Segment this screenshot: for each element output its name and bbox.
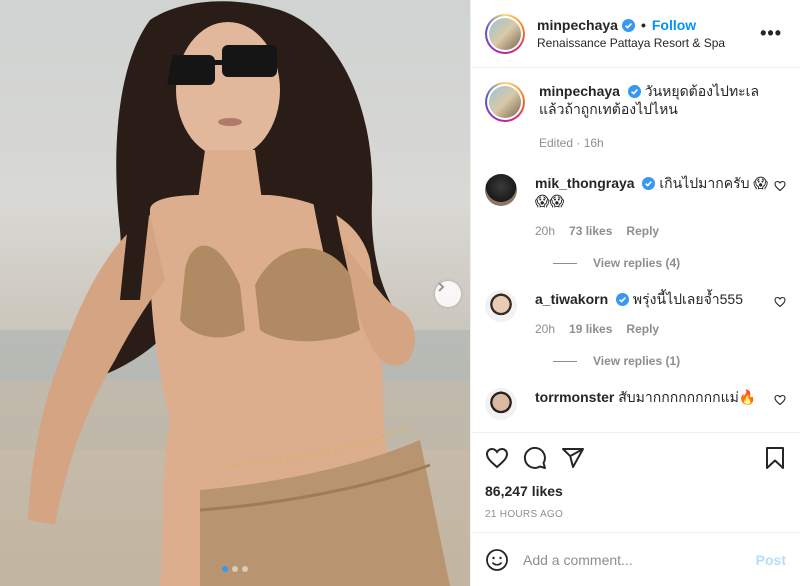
carousel-dot-active	[222, 566, 228, 572]
like-heart-icon[interactable]	[485, 446, 509, 470]
comment: torrmonster สับมากกกกกกกกแม่🔥	[485, 388, 786, 420]
verified-badge-icon	[627, 85, 641, 98]
reply-button[interactable]: Reply	[626, 222, 659, 240]
comment-text: สับมากกกกกกกกแม่🔥	[618, 389, 757, 405]
comment-time: 20h	[535, 322, 556, 336]
comments-list: minpechaya วันหยุดต้องไปทะเล แล้วถ้าถูกเ…	[471, 68, 800, 432]
caption-meta: Edited · 16h	[539, 136, 604, 150]
comment-username[interactable]: mik_thongraya	[535, 175, 635, 191]
more-options-icon[interactable]: •••	[756, 19, 786, 48]
comment-username[interactable]: torrmonster	[535, 389, 614, 405]
view-replies-button[interactable]: View replies (4)	[553, 256, 786, 270]
comment-bubble-icon[interactable]	[523, 446, 547, 470]
verified-badge-icon	[621, 18, 635, 32]
carousel-dot	[232, 566, 238, 572]
comment-likes[interactable]: 19 likes	[569, 320, 612, 338]
verified-badge-icon	[616, 293, 630, 306]
caption-username[interactable]: minpechaya	[539, 83, 620, 99]
post-photo[interactable]	[0, 0, 470, 586]
like-comment-heart-icon[interactable]	[774, 180, 786, 192]
post-timestamp: 21 HOURS AGO	[485, 509, 564, 520]
share-paper-plane-icon[interactable]	[561, 446, 585, 470]
commenter-avatar[interactable]	[485, 388, 517, 420]
chevron-right-icon	[438, 282, 445, 292]
caption: minpechaya วันหยุดต้องไปทะเล แล้วถ้าถูกเ…	[485, 82, 786, 152]
author-avatar[interactable]	[485, 13, 525, 54]
commenter-avatar[interactable]	[485, 290, 517, 322]
comment-input[interactable]	[523, 551, 756, 568]
location-link[interactable]: Renaissance Pattaya Resort & Spa	[537, 36, 756, 50]
post-actions: 86,247 likes 21 HOURS AGO	[471, 432, 800, 520]
add-comment-bar: Post	[471, 532, 800, 586]
comment-likes[interactable]: 73 likes	[569, 222, 612, 240]
carousel-indicator	[0, 566, 470, 572]
instagram-post: minpechaya • Follow Renaissance Pattaya …	[0, 0, 800, 586]
author-username[interactable]: minpechaya	[537, 17, 618, 33]
like-comment-heart-icon[interactable]	[774, 394, 786, 406]
reply-button[interactable]: Reply	[626, 320, 659, 338]
post-comment-button[interactable]: Post	[756, 552, 786, 568]
verified-badge-icon	[642, 177, 656, 190]
comment-text: พรุ่งนี้ไปเลยจ้ำ555	[632, 291, 743, 307]
emoji-icon[interactable]	[485, 548, 509, 572]
commenter-avatar[interactable]	[485, 174, 517, 206]
post-side-panel: minpechaya • Follow Renaissance Pattaya …	[470, 0, 800, 586]
view-replies-button[interactable]: View replies (1)	[553, 354, 786, 368]
save-bookmark-icon[interactable]	[764, 446, 786, 470]
comment: mik_thongraya เกินไปมากครับ 😱😱😱 20h 73 l…	[485, 174, 786, 240]
comment: a_tiwakorn พรุ่งนี้ไปเลยจ้ำ555 20h 19 li…	[485, 290, 786, 338]
next-slide-button[interactable]	[435, 281, 461, 307]
comment-username[interactable]: a_tiwakorn	[535, 291, 608, 307]
separator-dot: •	[640, 17, 646, 33]
caption-avatar[interactable]	[485, 82, 525, 122]
like-comment-heart-icon[interactable]	[774, 296, 786, 308]
photo-illustration	[0, 1, 470, 586]
follow-button[interactable]: Follow	[652, 17, 696, 33]
comment-time: 20h	[535, 224, 556, 238]
carousel-dot	[242, 566, 248, 572]
likes-count[interactable]: 86,247 likes	[485, 483, 786, 499]
post-header: minpechaya • Follow Renaissance Pattaya …	[471, 0, 800, 68]
